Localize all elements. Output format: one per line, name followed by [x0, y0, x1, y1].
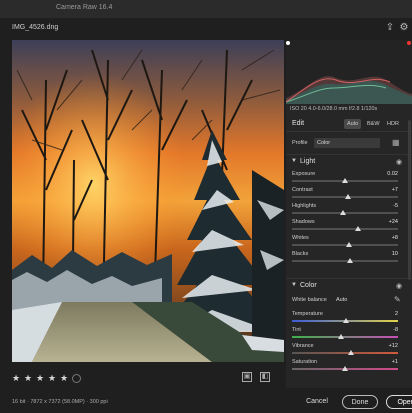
- slider-whites[interactable]: Whites +8: [286, 234, 412, 250]
- fullscreen-icon[interactable]: ▣: [242, 372, 252, 382]
- panel-scrollbar[interactable]: [408, 120, 411, 280]
- white-balance-label: White balance: [292, 297, 327, 303]
- slider-track[interactable]: [292, 336, 398, 338]
- star-icon[interactable]: ★: [60, 374, 68, 383]
- slider-value[interactable]: +7: [392, 187, 398, 193]
- slider-value[interactable]: 0.02: [387, 171, 398, 177]
- slider-value[interactable]: +24: [389, 219, 398, 225]
- slider-label: Exposure: [292, 171, 316, 177]
- image-preview[interactable]: [12, 40, 284, 362]
- slider-exposure[interactable]: Exposure 0.02: [286, 170, 412, 186]
- slider-handle[interactable]: [343, 318, 350, 323]
- slider-label: Blacks: [292, 251, 309, 257]
- cancel-button[interactable]: Cancel: [300, 395, 334, 409]
- chevron-down-icon: ▼: [291, 282, 297, 288]
- slider-label: Highlights: [292, 203, 317, 209]
- slider-value[interactable]: +12: [389, 343, 398, 349]
- save-icon[interactable]: ⇪: [384, 22, 396, 34]
- profile-row: Profile Color ▦: [286, 136, 412, 150]
- title-bar: Camera Raw 16.4: [0, 0, 412, 18]
- gear-icon[interactable]: ⚙: [398, 22, 410, 34]
- camera-info: ISO 20 4.0-6.0/28.0 mm f/2.8 1/120s: [290, 106, 378, 112]
- slider-value[interactable]: +1: [392, 359, 398, 365]
- slider-value[interactable]: -5: [393, 203, 398, 209]
- slider-value[interactable]: 2: [395, 311, 398, 317]
- rating-stars[interactable]: ★ ★ ★ ★ ★: [12, 372, 81, 384]
- slider-label: Saturation: [292, 359, 318, 365]
- slider-handle[interactable]: [337, 334, 344, 339]
- eye-icon[interactable]: ◉: [396, 158, 402, 166]
- bw-button[interactable]: B&W: [364, 119, 383, 129]
- slider-saturation[interactable]: Saturation +1: [286, 358, 412, 374]
- histogram: [286, 40, 412, 104]
- status-bar: 16 bit · 7872 x 7372 (58.0MP) · 300 ppi …: [0, 392, 412, 413]
- light-title: Light: [300, 158, 316, 165]
- slider-label: Shadows: [292, 219, 315, 225]
- slider-value[interactable]: -8: [393, 327, 398, 333]
- before-after-icon[interactable]: ◧: [260, 372, 270, 382]
- camera-raw-window: Camera Raw 16.4 IMG_4526.dng ⇪ ⚙ ★ ★ ★ ★…: [0, 0, 412, 413]
- slider-blacks[interactable]: Blacks 10: [286, 250, 412, 266]
- profile-label: Profile: [292, 140, 308, 146]
- profile-browser-icon[interactable]: ▦: [392, 138, 402, 148]
- slider-contrast[interactable]: Contrast +7: [286, 186, 412, 202]
- slider-label: Vibrance: [292, 343, 314, 349]
- color-title: Color: [300, 282, 317, 289]
- white-balance-row: White balance Auto ✎: [286, 294, 412, 308]
- slider-label: Tint: [292, 327, 301, 333]
- slider-handle[interactable]: [354, 226, 361, 231]
- slider-tint[interactable]: Tint -8: [286, 326, 412, 342]
- slider-highlights[interactable]: Highlights -5: [286, 202, 412, 218]
- slider-handle[interactable]: [342, 366, 348, 371]
- edit-label: Edit: [292, 120, 305, 127]
- open-button[interactable]: Open: [386, 395, 412, 409]
- view-controls: ▣ ◧: [242, 372, 270, 382]
- eyedropper-icon[interactable]: ✎: [394, 295, 401, 304]
- star-icon[interactable]: ★: [24, 374, 32, 383]
- file-header: IMG_4526.dng ⇪ ⚙: [0, 20, 412, 38]
- slider-temperature[interactable]: Temperature 2: [286, 310, 412, 326]
- slider-track[interactable]: [292, 244, 398, 246]
- done-button[interactable]: Done: [342, 395, 378, 409]
- slider-handle[interactable]: [348, 350, 355, 355]
- auto-button[interactable]: Auto: [344, 119, 362, 129]
- window-title: Camera Raw 16.4: [56, 4, 113, 11]
- slider-handle[interactable]: [342, 178, 348, 183]
- hdr-button[interactable]: HDR: [384, 119, 402, 129]
- slider-value[interactable]: 10: [392, 251, 398, 257]
- slider-label: Contrast: [292, 187, 313, 193]
- slider-track[interactable]: [292, 260, 398, 262]
- slider-handle[interactable]: [339, 210, 346, 215]
- white-balance-select[interactable]: Auto: [334, 295, 376, 305]
- slider-handle[interactable]: [345, 194, 352, 199]
- profile-select[interactable]: Color: [314, 138, 380, 148]
- slider-label: Whites: [292, 235, 309, 241]
- slider-handle[interactable]: [346, 242, 353, 247]
- slider-shadows[interactable]: Shadows +24: [286, 218, 412, 234]
- slider-handle[interactable]: [347, 258, 354, 263]
- slider-track[interactable]: [292, 352, 398, 354]
- slider-track[interactable]: [292, 228, 398, 230]
- slider-label: Temperature: [292, 311, 323, 317]
- eye-icon[interactable]: ◉: [396, 282, 402, 290]
- color-section-header[interactable]: ▼ Color ◉: [286, 278, 412, 292]
- light-section-header[interactable]: ▼ Light ◉: [286, 154, 412, 168]
- star-icon[interactable]: ★: [36, 374, 44, 383]
- slider-value[interactable]: +8: [392, 235, 398, 241]
- star-icon[interactable]: ★: [12, 374, 20, 383]
- photo: [12, 40, 284, 362]
- star-icon[interactable]: ★: [48, 374, 56, 383]
- highlight-clip-icon[interactable]: [407, 41, 411, 45]
- filename: IMG_4526.dng: [12, 24, 59, 31]
- chevron-down-icon: ▼: [291, 158, 297, 164]
- shadow-clip-icon[interactable]: [286, 41, 290, 45]
- edit-panel: ISO 20 4.0-6.0/28.0 mm f/2.8 1/120s Edit…: [286, 40, 412, 388]
- edit-header: Edit Auto B&W HDR: [286, 116, 412, 132]
- reject-icon[interactable]: [72, 373, 81, 383]
- image-info[interactable]: 16 bit · 7872 x 7372 (58.0MP) · 300 ppi: [12, 399, 108, 405]
- slider-vibrance[interactable]: Vibrance +12: [286, 342, 412, 358]
